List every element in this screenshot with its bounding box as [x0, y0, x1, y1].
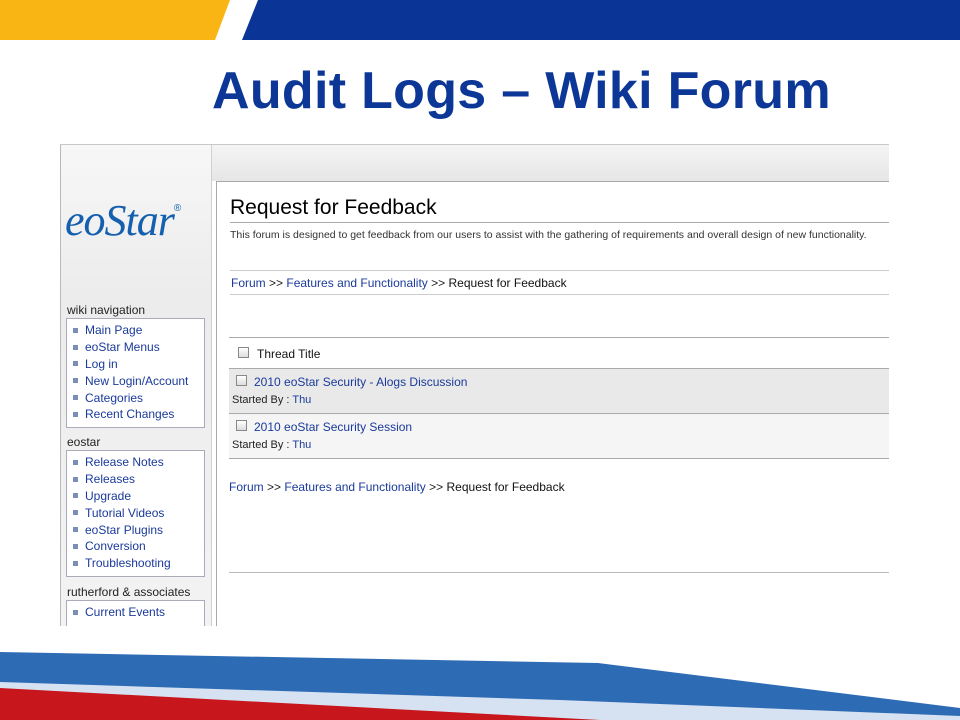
nav-item-label: New Login/Account — [85, 373, 189, 388]
nav-item-label: Main Page — [85, 323, 143, 338]
nav-item-upgrade[interactable]: Upgrade — [67, 488, 204, 505]
thread-row: 2010 eoStar Security Session Started By … — [229, 414, 889, 459]
nav-item-label: Categories — [85, 390, 144, 405]
bullet-icon — [73, 510, 78, 516]
nav-item-label: eoStar Plugins — [85, 522, 164, 537]
started-by-user-link[interactable]: Thu — [292, 394, 311, 406]
breadcrumb-separator: >> — [429, 480, 444, 494]
nav-item-troubleshooting[interactable]: Troubleshooting — [67, 555, 204, 572]
thread-row: 2010 eoStar Security - Alogs Discussion … — [229, 369, 889, 414]
heading-divider — [230, 222, 889, 223]
breadcrumb-separator: >> — [267, 480, 282, 494]
bullet-icon — [73, 560, 78, 566]
nav-item-eostar-menus[interactable]: eoStar Menus — [67, 339, 204, 356]
breadcrumb-separator: >> — [431, 276, 446, 290]
bullet-icon — [73, 361, 78, 367]
nav-item-main-page[interactable]: Main Page — [67, 322, 204, 339]
nav-heading-wiki-navigation: wiki navigation — [67, 303, 146, 317]
bullet-icon — [73, 527, 78, 533]
nav-item-label: Releases — [85, 472, 136, 487]
nav-item-new-login-account[interactable]: New Login/Account — [67, 372, 204, 389]
divider — [230, 294, 889, 295]
nav-heading-eostar: eostar — [67, 435, 101, 449]
bullet-icon — [73, 543, 78, 549]
nav-item-release-notes[interactable]: Release Notes — [67, 454, 204, 471]
banner-yellow-stripe — [0, 0, 230, 40]
forum-content: Request for Feedback This forum is desig… — [216, 181, 889, 626]
wiki-screenshot: eoStar® wiki navigation Main Page eoStar… — [60, 144, 889, 626]
breadcrumb-forum-link[interactable]: Forum — [231, 276, 266, 290]
nav-item-label: Troubleshooting — [85, 556, 171, 571]
breadcrumb-bottom: Forum >> Features and Functionality >> R… — [229, 480, 565, 494]
bullet-icon — [73, 395, 78, 401]
started-by-label: Started By : — [232, 394, 290, 406]
thread-title-link[interactable]: 2010 eoStar Security - Alogs Discussion — [254, 375, 467, 389]
thread-checkbox[interactable] — [236, 420, 247, 431]
breadcrumb-forum-link[interactable]: Forum — [229, 480, 264, 494]
thread-title-link[interactable]: 2010 eoStar Security Session — [254, 420, 412, 434]
bullet-icon — [73, 609, 78, 615]
top-banner — [0, 0, 960, 40]
breadcrumb: Forum >> Features and Functionality >> R… — [231, 276, 567, 290]
nav-item-eostar-plugins[interactable]: eoStar Plugins — [67, 521, 204, 538]
select-all-checkbox[interactable] — [238, 347, 249, 358]
bullet-icon — [73, 327, 78, 333]
thread-title-header: Thread Title — [257, 347, 321, 361]
nav-item-log-in[interactable]: Log in — [67, 356, 204, 373]
thread-table-header: Thread Title — [229, 338, 889, 369]
logo-registered-mark: ® — [173, 203, 182, 214]
nav-item-releases[interactable]: Releases — [67, 471, 204, 488]
nav-item-recent-changes[interactable]: Recent Changes — [67, 406, 204, 423]
breadcrumb-current: Request for Feedback — [448, 276, 567, 290]
nav-item-tutorial-videos[interactable]: Tutorial Videos — [67, 504, 204, 521]
nav-box-wiki-navigation: Main Page eoStar Menus Log in New Login/… — [66, 318, 205, 428]
thread-started-by: Started By : Thu — [232, 439, 311, 451]
nav-item-label: Conversion — [85, 539, 146, 554]
nav-item-label: Log in — [85, 356, 118, 371]
slide-title: Audit Logs – Wiki Forum — [212, 62, 831, 120]
started-by-user-link[interactable]: Thu — [292, 439, 311, 451]
banner-blue-stripe — [242, 0, 960, 40]
wiki-sidebar: eoStar® wiki navigation Main Page eoStar… — [61, 145, 212, 626]
breadcrumb-category-link[interactable]: Features and Functionality — [286, 276, 427, 290]
divider — [229, 572, 889, 573]
bullet-icon — [73, 459, 78, 465]
nav-item-label: Recent Changes — [85, 407, 175, 422]
page-description: This forum is designed to get feedback f… — [230, 229, 867, 241]
nav-item-conversion[interactable]: Conversion — [67, 538, 204, 555]
bullet-icon — [73, 378, 78, 384]
breadcrumb-category-link[interactable]: Features and Functionality — [284, 480, 425, 494]
nav-heading-rutherford: rutherford & associates — [67, 585, 191, 599]
nav-box-rutherford: Current Events — [66, 600, 205, 626]
bullet-icon — [73, 411, 78, 417]
divider — [230, 270, 889, 271]
started-by-label: Started By : — [232, 439, 290, 451]
bullet-icon — [73, 476, 78, 482]
thread-table: Thread Title 2010 eoStar Security - Alog… — [229, 337, 889, 459]
bottom-swoosh-graphic — [0, 652, 960, 720]
bullet-icon — [73, 493, 78, 499]
nav-item-label: Upgrade — [85, 488, 132, 503]
nav-item-label: Release Notes — [85, 455, 164, 470]
nav-item-label: Tutorial Videos — [85, 505, 165, 520]
eostar-logo[interactable]: eoStar® — [65, 197, 211, 245]
nav-item-categories[interactable]: Categories — [67, 389, 204, 406]
logo-text: eoStar — [65, 196, 175, 245]
nav-item-label: eoStar Menus — [85, 340, 160, 355]
page-heading: Request for Feedback — [230, 196, 437, 219]
thread-checkbox[interactable] — [236, 375, 247, 386]
breadcrumb-separator: >> — [269, 276, 284, 290]
breadcrumb-current: Request for Feedback — [446, 480, 565, 494]
bullet-icon — [73, 344, 78, 350]
thread-started-by: Started By : Thu — [232, 394, 311, 406]
nav-item-label: Current Events — [85, 605, 166, 620]
nav-item-current-events[interactable]: Current Events — [67, 604, 204, 621]
nav-box-eostar: Release Notes Releases Upgrade Tutorial … — [66, 450, 205, 577]
